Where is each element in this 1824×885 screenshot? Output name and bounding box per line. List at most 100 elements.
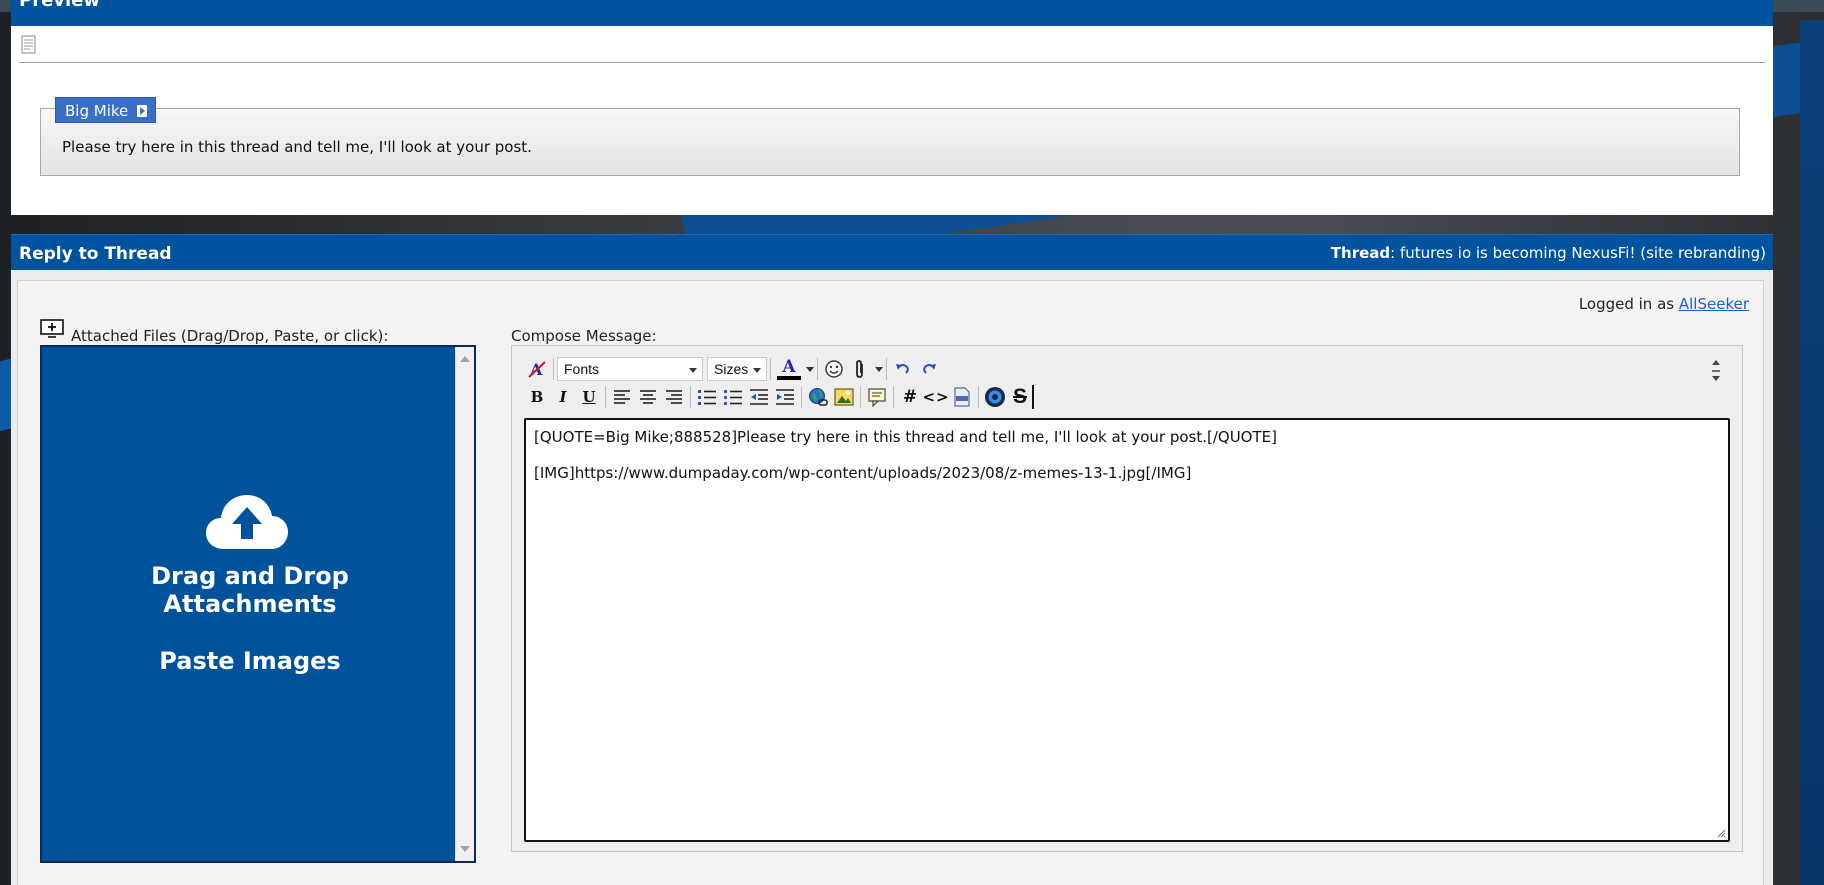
- scroll-up-arrow[interactable]: [460, 356, 470, 362]
- dropzone-paste-images: Paste Images: [159, 647, 341, 675]
- collapse-toolbar-icon[interactable]: [1710, 358, 1722, 384]
- font-color-button[interactable]: A: [774, 357, 804, 381]
- toolbar-separator: [817, 358, 818, 380]
- toolbar-separator: [886, 358, 887, 380]
- thread-prefix: Thread: [1330, 244, 1391, 262]
- toolbar-separator: [978, 386, 979, 408]
- font-size-select[interactable]: Sizes: [707, 357, 767, 381]
- toolbar-separator: [860, 386, 861, 408]
- toolbar-separator: [553, 358, 554, 380]
- redo-icon: [923, 364, 936, 374]
- attach-button[interactable]: [847, 357, 873, 381]
- font-size-value: Sizes: [714, 361, 749, 377]
- insert-link-button[interactable]: [805, 385, 831, 409]
- quote-box: Big Mike Please try here in this thread …: [40, 97, 1740, 176]
- strikethrough-icon: S: [1012, 385, 1027, 408]
- preview-title: Preview: [19, 0, 101, 11]
- message-editor: A Fonts Sizes A: [511, 345, 1743, 852]
- attach-label: Attached Files (Drag/Drop, Paste, or cli…: [71, 327, 389, 345]
- globe-link-icon: [809, 388, 828, 406]
- editor-toolbar-row-1: A Fonts Sizes A: [524, 356, 942, 382]
- smiley-icon: [825, 360, 843, 378]
- font-family-select[interactable]: Fonts: [557, 357, 703, 381]
- undo-button[interactable]: [890, 357, 916, 381]
- code-icon: <>: [922, 388, 950, 406]
- message-line-image: [IMG]https://www.dumpaday.com/wp-content…: [534, 464, 1192, 482]
- quote-author-link[interactable]: Big Mike: [55, 97, 157, 123]
- message-line-quote: [QUOTE=Big Mike;888528]Please try here i…: [534, 428, 1277, 446]
- view-post-icon[interactable]: [137, 105, 148, 117]
- image-icon: [834, 388, 854, 406]
- editor-toolbar-row-2: B I U # <> S: [524, 384, 1034, 410]
- logged-in-status: Logged in as AllSeeker: [1579, 295, 1749, 313]
- chevron-down-icon: [689, 368, 697, 373]
- italic-icon: I: [559, 388, 567, 406]
- toolbar-separator: [770, 358, 771, 380]
- align-right-button[interactable]: [661, 385, 687, 409]
- chevron-down-icon: [753, 368, 761, 373]
- add-attachment-icon[interactable]: [40, 319, 64, 339]
- smilies-button[interactable]: [821, 357, 847, 381]
- scroll-down-arrow[interactable]: [460, 846, 470, 852]
- preview-header: Preview: [11, 0, 1773, 26]
- insert-quote-button[interactable]: [864, 385, 890, 409]
- toolbar-separator: [801, 386, 802, 408]
- logged-in-prefix: Logged in as: [1578, 295, 1679, 313]
- chevron-down-icon[interactable]: [806, 366, 814, 372]
- quote-icon: [868, 388, 886, 407]
- document-icon: [21, 35, 36, 54]
- compose-label: Compose Message:: [511, 327, 657, 345]
- insert-image-button[interactable]: [831, 385, 857, 409]
- resize-grip-icon[interactable]: [1716, 828, 1726, 838]
- username-link[interactable]: AllSeeker: [1679, 295, 1749, 313]
- remove-format-button[interactable]: A: [524, 357, 550, 381]
- bold-button[interactable]: B: [524, 385, 550, 409]
- cloud-upload-icon: [206, 495, 288, 549]
- outdent-button[interactable]: [746, 385, 772, 409]
- align-left-button[interactable]: [609, 385, 635, 409]
- php-code-button[interactable]: [949, 385, 975, 409]
- dropzone-scrollbar[interactable]: [455, 347, 474, 861]
- reply-header: Reply to Thread Thread: futures io is be…: [11, 234, 1773, 270]
- dropzone-title: Drag and Drop Attachments: [42, 562, 458, 618]
- reply-form: Logged in as AllSeeker Attached Files (D…: [17, 280, 1764, 885]
- bullet-list-button[interactable]: [720, 385, 746, 409]
- indent-button[interactable]: [772, 385, 798, 409]
- font-color-swatch: [777, 375, 801, 380]
- italic-button[interactable]: I: [550, 385, 576, 409]
- quote-text: Please try here in this thread and tell …: [62, 138, 532, 156]
- bold-icon: B: [530, 388, 544, 406]
- video-embed-button[interactable]: [982, 385, 1008, 409]
- redo-button[interactable]: [916, 357, 942, 381]
- outdent-icon: [750, 389, 768, 405]
- remove-format-icon: A: [528, 360, 546, 379]
- toolbar-separator: [690, 386, 691, 408]
- font-color-icon: A: [782, 356, 796, 377]
- underline-button[interactable]: U: [576, 385, 602, 409]
- align-center-button[interactable]: [635, 385, 661, 409]
- numbered-list-icon: [698, 390, 716, 405]
- thread-info: Thread: futures io is becoming NexusFi! …: [1331, 244, 1766, 262]
- dropzone-line-drag: Drag and Drop: [151, 562, 349, 590]
- paperclip-icon: [856, 360, 863, 378]
- background-right-edge: [1800, 20, 1824, 885]
- code-button[interactable]: <>: [922, 385, 950, 409]
- chevron-down-icon[interactable]: [875, 366, 883, 372]
- underline-icon: U: [582, 388, 596, 406]
- align-left-icon: [614, 390, 630, 404]
- message-textarea[interactable]: [QUOTE=Big Mike;888528]Please try here i…: [524, 418, 1730, 842]
- media-disc-icon: [985, 387, 1005, 407]
- indent-icon: [776, 389, 794, 405]
- undo-icon: [896, 364, 909, 374]
- hashtag-icon: #: [902, 387, 918, 407]
- toolbar-separator: [605, 386, 606, 408]
- reply-title: Reply to Thread: [19, 244, 172, 264]
- bullet-list-icon: [723, 389, 742, 406]
- strikethrough-button[interactable]: S: [1008, 385, 1034, 409]
- numbered-list-button[interactable]: [694, 385, 720, 409]
- align-center-icon: [640, 390, 656, 404]
- hashtag-button[interactable]: #: [897, 385, 923, 409]
- thread-title: : futures io is becoming NexusFi! (site …: [1390, 244, 1766, 262]
- preview-divider: [19, 62, 1765, 63]
- attachment-dropzone[interactable]: Drag and Drop Attachments Paste Images: [40, 345, 476, 863]
